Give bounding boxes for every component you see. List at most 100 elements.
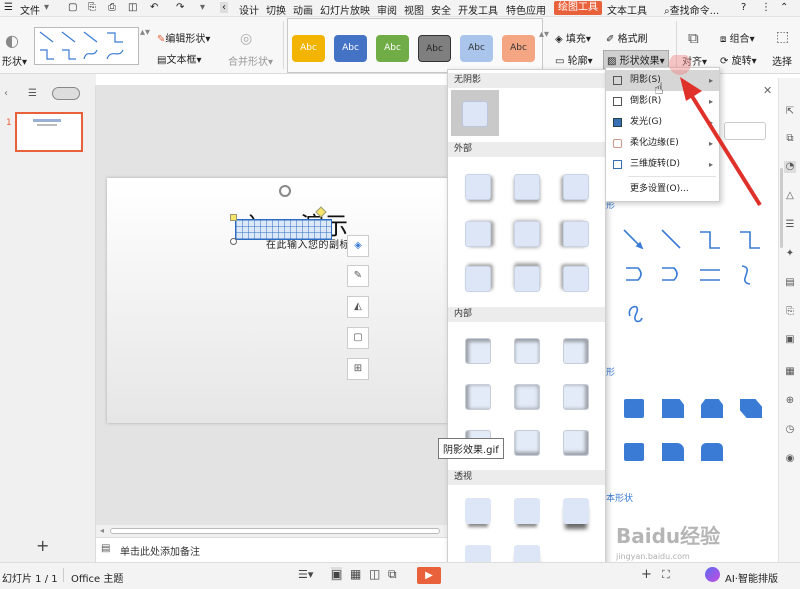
fill-pane-icon[interactable]: △ [784, 190, 796, 202]
outer-shadow-7[interactable] [465, 266, 491, 292]
outline-view-icon[interactable]: ☰ [28, 88, 37, 99]
rotate-handle[interactable] [279, 185, 291, 197]
line-style-gallery[interactable] [34, 27, 139, 65]
tab-security[interactable]: 安全 [431, 2, 451, 17]
history-icon[interactable]: ◷ [784, 424, 796, 436]
media-pane-icon[interactable]: ▦ [784, 366, 796, 378]
sorter-view-icon[interactable]: ▦ [350, 567, 361, 581]
collapse-icon[interactable]: ‹ [220, 2, 228, 13]
tab-animation[interactable]: 动画 [293, 2, 313, 17]
style-swatch-6[interactable]: Abc [502, 35, 535, 62]
group-button[interactable]: ⧈ 组合▾ [720, 30, 755, 45]
picture-pane-icon[interactable]: ▣ [784, 334, 796, 346]
play-slideshow-button[interactable]: ▶ [417, 567, 441, 584]
inner-shadow-8[interactable] [514, 430, 540, 456]
round-corner-shape[interactable] [662, 443, 684, 461]
theme-name[interactable]: Office 主题 [71, 570, 123, 585]
tab-slideshow[interactable]: 幻灯片放映 [320, 2, 370, 17]
menu-file[interactable]: 文件 [20, 2, 40, 17]
presenter-view-icon[interactable]: ⧉ [388, 567, 397, 582]
export-icon[interactable]: ⎘ [88, 2, 96, 13]
tab-special[interactable]: 特色应用 [506, 2, 546, 17]
slide[interactable] [107, 178, 452, 423]
outer-shadow-5[interactable] [514, 221, 540, 247]
template-pane-icon[interactable]: ⎘ [784, 306, 796, 318]
select-button[interactable]: 选择 [772, 53, 792, 68]
save-icon[interactable]: ▢ [68, 2, 77, 13]
preview-icon[interactable]: ◫ [128, 2, 137, 13]
format-brush-button[interactable]: ✐ 格式刷 [606, 30, 648, 45]
outer-shadow-6[interactable] [563, 221, 589, 247]
more-tools-icon[interactable]: ⊞ [347, 358, 369, 380]
download-icon[interactable]: ⊕ [784, 395, 796, 407]
fill-bucket-icon[interactable]: ◭ [347, 296, 369, 318]
border-icon[interactable]: ▢ [347, 327, 369, 349]
outer-shadow-3[interactable] [563, 174, 589, 200]
hamburger-icon[interactable]: ☰ [4, 2, 13, 13]
selected-shape[interactable] [235, 219, 332, 240]
outer-shadow-4[interactable] [465, 221, 491, 247]
search-command[interactable]: ⌕查找命令... [664, 2, 719, 17]
gallery-expand-icon[interactable]: ▴▾ [539, 29, 549, 40]
resize-handle[interactable] [230, 238, 237, 245]
tab-drawing-tools[interactable]: 绘图工具 [554, 1, 602, 15]
style-swatch-3[interactable]: Abc [376, 35, 409, 62]
scrollbar-thumb[interactable] [110, 528, 440, 534]
zoom-in-icon[interactable]: + [641, 567, 652, 582]
outer-shadow-9[interactable] [563, 266, 589, 292]
style-swatch-5[interactable]: Abc [460, 35, 493, 62]
tab-text-tools[interactable]: 文本工具 [607, 2, 647, 17]
snip2-rect-shape[interactable] [701, 399, 723, 418]
normal-view-icon[interactable]: ▣ [331, 567, 343, 581]
settings-pane-icon[interactable]: ☰ [784, 219, 796, 231]
resize-handle[interactable] [230, 214, 237, 221]
panel-scrollbar[interactable] [780, 168, 783, 248]
horizontal-scrollbar[interactable]: ◂ [96, 525, 448, 537]
redo-icon[interactable]: ↷ [176, 2, 184, 13]
add-slide-icon[interactable]: + [36, 536, 49, 555]
copy-icon[interactable]: ⧉ [784, 133, 796, 145]
select-pane-icon[interactable]: ⇱ [784, 106, 796, 118]
fit-window-icon[interactable]: ⛶ [662, 568, 670, 582]
round-top-shape[interactable] [701, 443, 723, 461]
animation-pane-icon[interactable]: ✦ [784, 248, 796, 260]
no-shadow-option[interactable] [462, 101, 488, 127]
edit-shape-button[interactable]: ✎编辑形状▾ [157, 30, 210, 45]
help-icon[interactable]: ? [741, 2, 746, 13]
perspective-shadow-3[interactable] [563, 498, 589, 524]
inner-shadow-9[interactable] [563, 430, 589, 456]
outline-button[interactable]: ▭ 轮廓▾ [555, 52, 593, 67]
shape-button[interactable]: 形状▾ [2, 53, 27, 68]
shapes-icon[interactable]: ◔ [784, 161, 796, 173]
merge-shape-button[interactable]: 合并形状▾ [228, 53, 273, 68]
outer-shadow-1[interactable] [465, 174, 491, 200]
inner-shadow-1[interactable] [465, 338, 491, 364]
undo-icon[interactable]: ↶ [150, 2, 158, 13]
notes-toggle-icon[interactable]: ☰▾ [298, 568, 313, 581]
doc-pane-icon[interactable]: ▤ [784, 277, 796, 289]
snip-rect-shape[interactable] [662, 399, 684, 418]
reading-view-icon[interactable]: ◫ [369, 567, 380, 581]
inner-shadow-2[interactable] [514, 338, 540, 364]
text-box-button[interactable]: ▤文本框▾ [157, 51, 201, 66]
more-options-icon[interactable]: ⋮ [761, 2, 771, 13]
pen-icon[interactable]: ✎ [347, 265, 369, 287]
perspective-shadow-1[interactable] [465, 498, 491, 524]
round-rect-shape[interactable] [624, 443, 644, 461]
fill-button[interactable]: ◈ 填充▾ [555, 30, 591, 45]
tab-review[interactable]: 审阅 [377, 2, 397, 17]
inner-shadow-6[interactable] [563, 384, 589, 410]
style-swatch-1[interactable]: Abc [292, 35, 325, 62]
perspective-shadow-2[interactable] [514, 498, 540, 524]
record-icon[interactable]: ◉ [784, 453, 796, 465]
style-swatch-2[interactable]: Abc [334, 35, 367, 62]
more-icon[interactable]: ▾ [200, 2, 205, 13]
tab-view[interactable]: 视图 [404, 2, 424, 17]
thumbnail-view-toggle[interactable] [52, 87, 80, 100]
style-swatch-4[interactable]: Abc [418, 35, 451, 62]
gallery-scroll-icon[interactable]: ▴▾ [140, 27, 150, 38]
rect-shape[interactable] [624, 399, 644, 418]
tab-design[interactable]: 设计 [239, 2, 259, 17]
outer-shadow-8[interactable] [514, 266, 540, 292]
tab-developer[interactable]: 开发工具 [458, 2, 498, 17]
